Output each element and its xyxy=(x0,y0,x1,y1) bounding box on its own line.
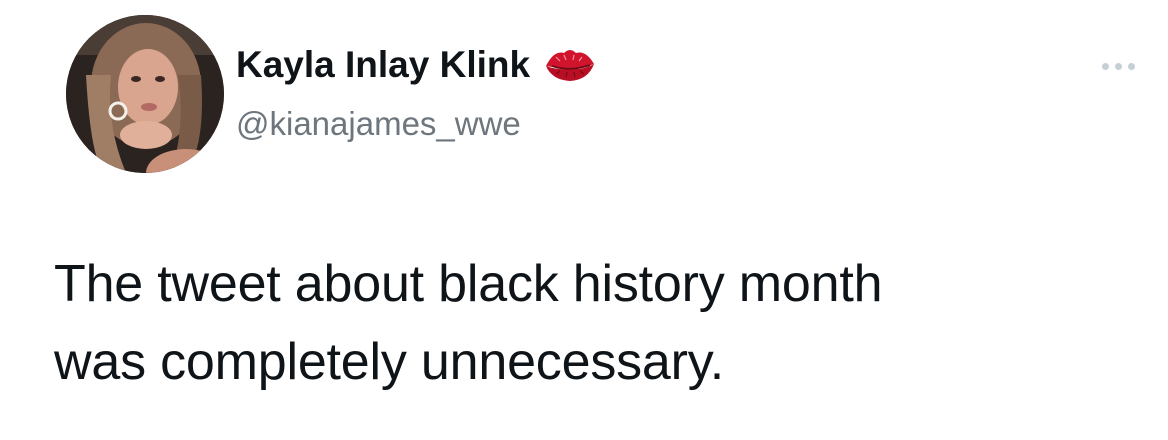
tweet-body-text: The tweet about black history month was … xyxy=(54,255,883,391)
more-horizontal-icon xyxy=(1101,62,1135,70)
author-name-row: Kayla Inlay Klink xyxy=(236,43,596,87)
author-handle[interactable]: @kianajames_wwe xyxy=(236,104,521,144)
kiss-lips-icon xyxy=(544,46,596,84)
author-avatar[interactable] xyxy=(66,15,224,173)
profile-photo-icon xyxy=(66,15,224,173)
more-options-button[interactable] xyxy=(1094,56,1142,76)
tweet-card: Kayla Inlay Klink @kianajames_wwe The tw… xyxy=(0,0,1168,440)
author-display-name[interactable]: Kayla Inlay Klink xyxy=(236,43,530,87)
